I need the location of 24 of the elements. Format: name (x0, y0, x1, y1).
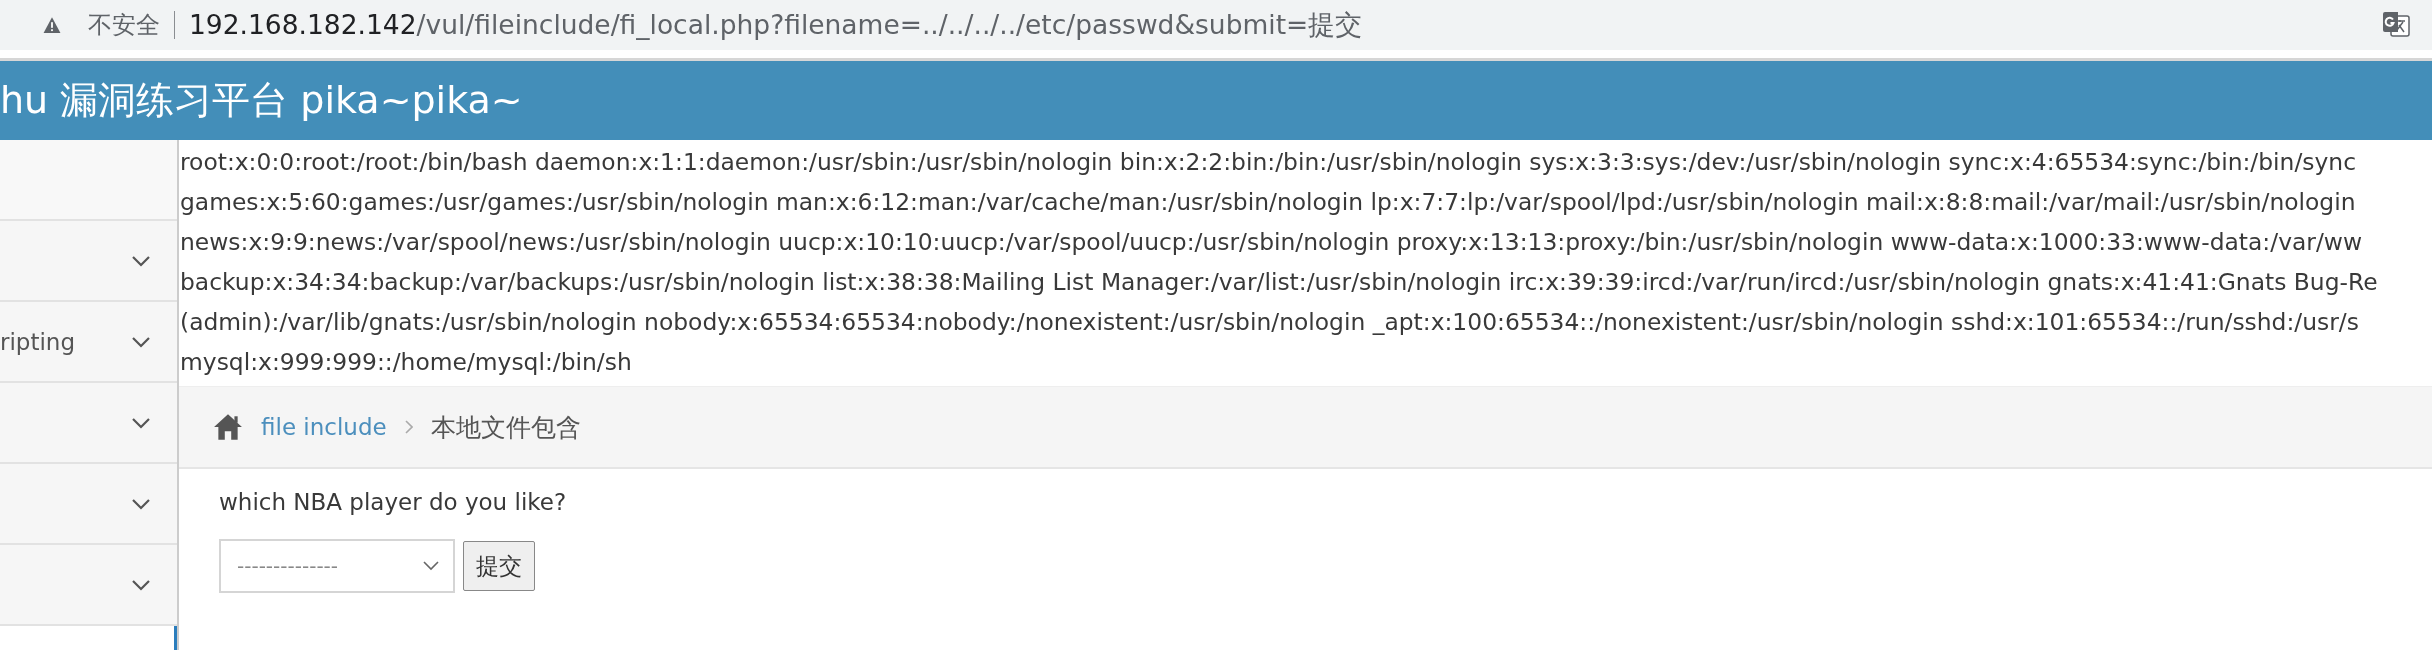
file-content-line: mysql:x:999:999::/home/mysql:/bin/sh (180, 347, 633, 378)
chevron-down-icon (131, 416, 151, 429)
breadcrumb-current: 本地文件包含 (430, 411, 581, 444)
file-content-line: (admin):/var/lib/gnats:/usr/sbin/nologin nobody:x:65534:65534:nobody:/nonexistent:/usr/sbin/nologin _apt:x:100:65534::/nonexistent:/usr/sbin/nologin sshd:x:101:65534::/run/sshd:/usr/s (180, 307, 2360, 338)
chevron-right-icon (404, 420, 413, 434)
chevron-down-icon (131, 497, 151, 510)
chevron-down-icon (131, 254, 151, 267)
question-text: which NBA player do you like? (219, 489, 568, 515)
translate-icon[interactable] (2382, 11, 2410, 39)
file-content-line: root:x:0:0:root:/root:/bin/bash daemon:x:1:1:daemon:/usr/sbin:/usr/sbin/nologin bin:x:2:2:bin:/bin:/usr/sbin/nologin sys:x:3:3:sys:/dev:/usr/sbin/nologin sync:x:4:65534:sync:/bin:/bin/sync (180, 147, 2357, 178)
file-content-line: games:x:5:60:games:/usr/games:/usr/sbin/nologin man:x:6:12:man:/var/cache/man:/usr/sbin/nologin lp:x:7:7:lp:/var/spool/lpd:/usr/sbin/nologin mail:x:8:8:mail:/var/mail:/usr/sbin/nologin (180, 187, 2357, 218)
home-icon[interactable] (213, 413, 243, 441)
file-content-line: backup:x:34:34:backup:/var/backups:/usr/sbin/nologin list:x:38:38:Mailing List Manager:/var/list:/usr/sbin/nologin irc:x:39:39:ircd:/var/run/ircd:/usr/sbin/nologin gnats:x:41:41:Gnats Bug-Re (180, 267, 2379, 298)
file-content-line: news:x:9:9:news:/var/spool/news:/usr/sbin/nologin uucp:x:10:10:uucp:/var/spool/uucp:/usr/sbin/nologin proxy:x:13:13:proxy:/bin:/usr/sbin/nologin www-data:x:1000:33:www-data:/var/ww (180, 227, 2364, 258)
chevron-down-icon (423, 561, 439, 571)
submit-button[interactable]: 提交 (463, 541, 535, 591)
site-title: hu 漏洞练习平台 pika~pika~ (0, 77, 523, 124)
player-select[interactable]: -------------- (219, 539, 455, 593)
chevron-down-icon (131, 335, 151, 348)
url-text[interactable]: 192.168.182.142/vul/fileinclude/fi_local.php?filename=../../../../etc/passwd&submit=提交 (189, 7, 2382, 43)
security-label[interactable]: 不安全 (88, 9, 160, 41)
chevron-down-icon (131, 578, 151, 591)
address-bar[interactable]: 不安全 192.168.182.142/vul/fileinclude/fi_local.php?filename=../../../../etc/passwd&submit=提交 (0, 0, 2432, 50)
warning-icon (42, 16, 62, 34)
